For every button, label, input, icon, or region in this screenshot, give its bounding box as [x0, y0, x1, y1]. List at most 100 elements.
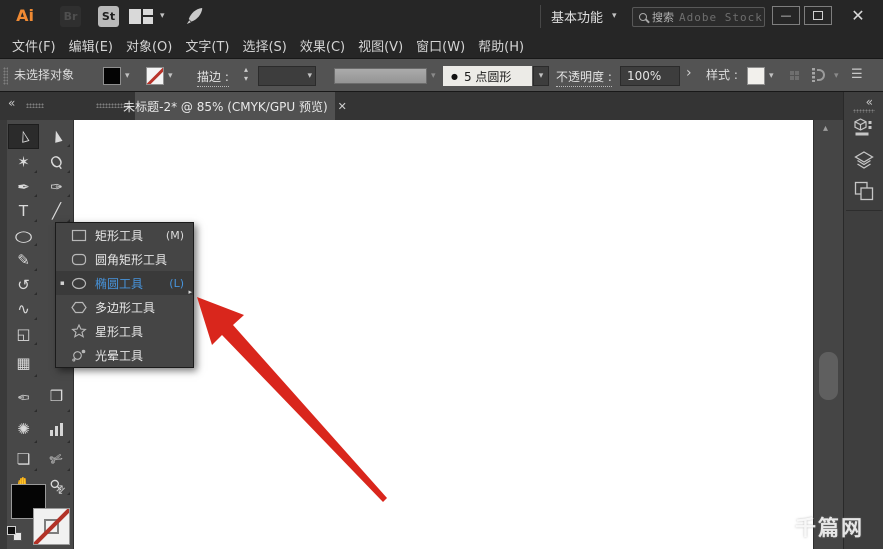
control-bar: 未选择对象 ▾ ▾ 描边 : ▴ ▾ ▾ ▾ ● 5 点圆形 ▾ 不透明度 : 1…	[0, 58, 883, 92]
ellipse-icon	[68, 277, 90, 290]
graph-bars-icon	[50, 423, 63, 436]
brush-select[interactable]: ● 5 点圆形	[443, 66, 532, 86]
menu-item[interactable]: 对象(O)	[126, 36, 172, 55]
stroke-weight-select[interactable]: ▾	[258, 66, 316, 86]
search-placeholder: Adobe Stock	[679, 10, 763, 24]
curvature-tool-icon: ✑	[50, 177, 63, 196]
menu-item[interactable]: 窗口(W)	[416, 36, 465, 55]
flyout-item-flare-tool[interactable]: ▪ 光晕工具	[56, 343, 193, 367]
chevron-down-icon[interactable]: ▾	[160, 12, 165, 21]
stroke-weight-label[interactable]: 描边 :	[197, 68, 229, 87]
shaper-tool-icon: ✎	[17, 251, 30, 269]
menu-item[interactable]: 帮助(H)	[478, 36, 524, 55]
direct-selection-tool[interactable]: ►	[41, 124, 72, 149]
brush-value: 5 点圆形	[463, 69, 512, 84]
mesh-tool-icon: ▦	[16, 353, 31, 372]
stepper-down-icon[interactable]: ▾	[244, 75, 248, 84]
brush-chevron-button[interactable]: ▾	[533, 66, 549, 86]
shape-builder-tool-icon: ❒	[49, 387, 64, 405]
chevron-down-icon[interactable]: ▾	[834, 72, 839, 81]
scroll-up-icon[interactable]: ▴	[823, 123, 828, 134]
ellipse-tool[interactable]: ○	[8, 224, 39, 248]
flyout-item-rectangle-tool[interactable]: ▪ 矩形工具 (M)	[56, 223, 193, 247]
graph-tool[interactable]	[41, 414, 72, 445]
default-fill-stroke-icon[interactable]	[7, 526, 22, 541]
opacity-more-icon[interactable]: ›	[686, 65, 692, 81]
artboard-tool[interactable]: ❏	[8, 445, 39, 473]
stroke-swatch[interactable]	[146, 67, 164, 85]
line-segment-tool[interactable]: ╱	[41, 199, 72, 224]
eyedropper-tool[interactable]: ✑	[8, 379, 39, 414]
mesh-tool[interactable]: ▦	[8, 347, 39, 379]
type-tool[interactable]: T	[8, 199, 39, 224]
layers-panel-icon[interactable]	[852, 148, 876, 172]
flyout-item-label: 星形工具	[95, 324, 144, 339]
free-transform-tool-icon: ◱	[16, 325, 31, 343]
workspace-switcher[interactable]: 基本功能 ▾	[551, 0, 617, 32]
opacity-label[interactable]: 不透明度 :	[556, 68, 612, 87]
bridge-icon[interactable]: Br	[60, 6, 81, 27]
chevron-down-icon[interactable]: ▾	[168, 72, 173, 81]
collapse-tools-icon[interactable]: «	[8, 97, 15, 109]
grip-handle[interactable]	[3, 67, 8, 85]
chevron-down-icon[interactable]: ▾	[125, 72, 130, 81]
free-transform-tool[interactable]: ◱	[8, 322, 39, 347]
close-tab-icon[interactable]: ✕	[338, 100, 347, 113]
flyout-tearoff-icon: ▸	[188, 288, 192, 296]
star-icon	[68, 324, 90, 338]
knife-tool[interactable]: ✄	[41, 445, 72, 473]
menu-item[interactable]: 视图(V)	[358, 36, 403, 55]
menu-item[interactable]: 选择(S)	[242, 36, 286, 55]
artboards-panel-icon[interactable]	[852, 179, 876, 203]
workspace-label: 基本功能	[551, 10, 604, 26]
magic-wand-tool[interactable]: ✶	[8, 149, 39, 175]
minimize-button[interactable]: —	[772, 6, 800, 25]
opacity-input[interactable]: 100%	[620, 66, 680, 86]
lasso-tool[interactable]: Ϙ	[41, 149, 72, 175]
fill-swatch[interactable]	[103, 67, 121, 85]
flyout-item-ellipse-tool[interactable]: ▪ 椭圆工具 (L)	[56, 271, 193, 295]
workspace-layout-icon[interactable]	[129, 9, 155, 24]
stroke-color-swatch[interactable]	[33, 508, 70, 545]
panel-menu-icon[interactable]: ☰	[851, 67, 863, 82]
rotate-tool[interactable]: ↺	[8, 273, 39, 297]
close-button[interactable]: ✕	[840, 3, 876, 28]
flyout-item-label: 多边形工具	[95, 300, 156, 315]
document-setup-icon[interactable]	[790, 71, 799, 80]
rectangle-icon	[68, 229, 90, 242]
width-profile-select[interactable]	[334, 68, 427, 84]
grip-handle[interactable]	[26, 103, 44, 108]
vertical-scrollbar[interactable]: ▴	[813, 120, 843, 549]
menu-item[interactable]: 效果(C)	[300, 36, 345, 55]
chevron-down-icon[interactable]: ▾	[769, 72, 774, 81]
flyout-item-rounded-rectangle-tool[interactable]: ▪ 圆角矩形工具	[56, 247, 193, 271]
flyout-item-shortcut: (L)	[169, 276, 184, 290]
document-tab[interactable]: 未标题-2* @ 85% (CMYK/GPU 预览) ✕	[123, 92, 347, 120]
scrollbar-thumb[interactable]	[819, 352, 838, 400]
selection-tool[interactable]: ▻	[8, 124, 39, 149]
stock-icon[interactable]: St	[98, 6, 119, 27]
expand-panels-icon[interactable]: «	[866, 96, 873, 108]
stock-search-input[interactable]: 搜索 Adobe Stock	[632, 7, 765, 27]
watermark: 千篇网	[795, 516, 864, 540]
symbol-sprayer-tool[interactable]: ✺	[8, 414, 39, 445]
stroke-stepper[interactable]: ▴ ▾	[244, 66, 248, 84]
shape-builder-tool[interactable]: ❒	[41, 379, 72, 414]
flyout-item-polygon-tool[interactable]: ▪ 多边形工具	[56, 295, 193, 319]
style-swatch[interactable]	[747, 67, 765, 85]
chevron-down-icon[interactable]: ▾	[431, 72, 436, 81]
shape-tools-flyout: ▪ 矩形工具 (M) ▪ 圆角矩形工具 ▪ 椭圆工具 (L) ▪ 多边形工具 ▪…	[55, 222, 194, 368]
menu-item[interactable]: 文件(F)	[12, 36, 56, 55]
maximize-button[interactable]	[804, 6, 832, 25]
menu-item[interactable]: 编辑(E)	[69, 36, 113, 55]
menu-item[interactable]: 文字(T)	[185, 36, 229, 55]
libraries-panel-icon[interactable]	[852, 116, 876, 140]
titlebar-divider	[540, 5, 541, 28]
arrange-icon[interactable]	[812, 68, 825, 82]
width-tool[interactable]: ∿	[8, 297, 39, 322]
shaper-tool[interactable]: ✎	[8, 248, 39, 273]
flyout-item-star-tool[interactable]: ▪ 星形工具	[56, 319, 193, 343]
pen-tool[interactable]: ✒	[8, 175, 39, 199]
curvature-tool[interactable]: ✑	[41, 175, 72, 199]
grip-handle[interactable]	[853, 109, 875, 113]
